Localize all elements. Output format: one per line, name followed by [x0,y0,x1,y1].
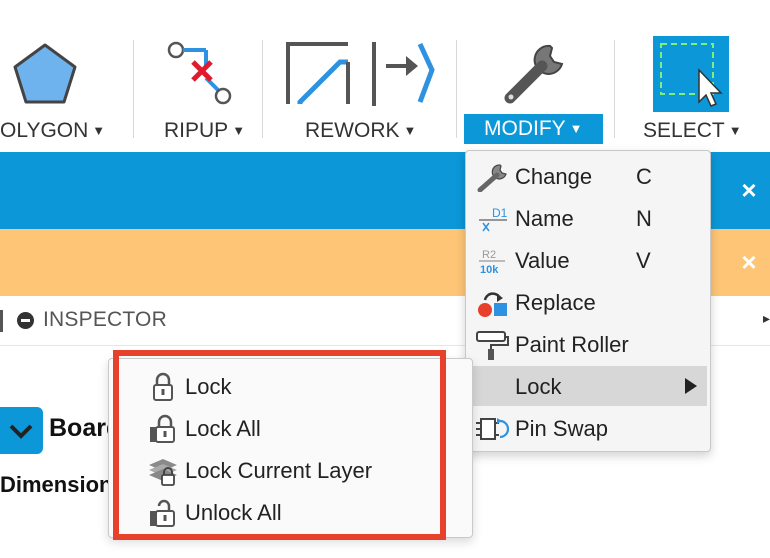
replace-icon [478,292,507,317]
select-tool[interactable]: SELECT ▼ [622,0,770,152]
r2-text: R2 [482,249,496,261]
paint-roller-icon [476,331,509,360]
name-d1-icon: D1 [479,206,508,232]
select-label: SELECT ▼ [643,119,742,142]
menu-item-pin-swap[interactable]: Pin Swap [466,408,710,448]
modify-dropdown-label[interactable]: MODIFY ▼ [464,114,603,144]
menu-item-value[interactable]: R2 10k Value V [466,240,710,280]
minus-circle-icon[interactable] [17,312,34,329]
toolbar-divider [614,40,615,138]
expand-arrow-icon[interactable]: ▸ [763,310,770,327]
toolbar: OLYGON ▼ RIPUP ▼ REWORK ▼ MODIFY ▼ SELEC… [0,0,770,152]
menu-item-replace[interactable]: Replace [466,282,710,322]
modify-menu: Change C D1 Name N R2 10k Value V Replac… [465,150,711,452]
rework-tool[interactable]: REWORK ▼ [268,0,456,152]
wrench-icon [477,164,507,192]
toolbar-divider [262,40,263,138]
rework-move-icon [372,42,435,106]
menu-item-change[interactable]: Change C [466,156,710,196]
toolbar-divider [456,40,457,138]
chevron-down-icon [9,424,33,439]
menu-item-name[interactable]: D1 Name N [466,198,710,238]
rework-route-icon [286,42,350,104]
menu-item-paint-roller[interactable]: Paint Roller [466,324,710,364]
panel-edge [0,310,3,332]
inspector-label: INSPECTOR [43,308,167,331]
rework-label: REWORK ▼ [305,119,417,142]
highlight-annotation [113,350,446,540]
polygon-tool[interactable]: OLYGON ▼ [0,0,130,152]
submenu-arrow-icon [685,378,697,394]
10k-text: 10k [480,264,499,276]
toolbar-divider [133,40,134,138]
ripup-label: RIPUP ▼ [164,119,246,142]
d1-text: D1 [492,206,508,220]
dimensions-label: Dimensions [0,472,125,497]
pin-swap-icon [476,418,509,440]
modify-tool[interactable]: MODIFY ▼ [464,0,606,152]
select-icon [653,36,729,112]
value-r2-10k-icon: R2 10k [479,249,505,276]
close-icon[interactable]: × [738,177,760,203]
close-icon[interactable]: × [738,249,760,275]
menu-item-lock[interactable]: Lock [471,366,707,406]
board-collapse-button[interactable] [0,407,43,454]
ripup-tool[interactable]: RIPUP ▼ [140,0,260,152]
ripup-icon [167,41,232,105]
polygon-icon [13,43,77,104]
wrench-icon [504,44,564,104]
polygon-label: OLYGON ▼ [0,119,106,142]
